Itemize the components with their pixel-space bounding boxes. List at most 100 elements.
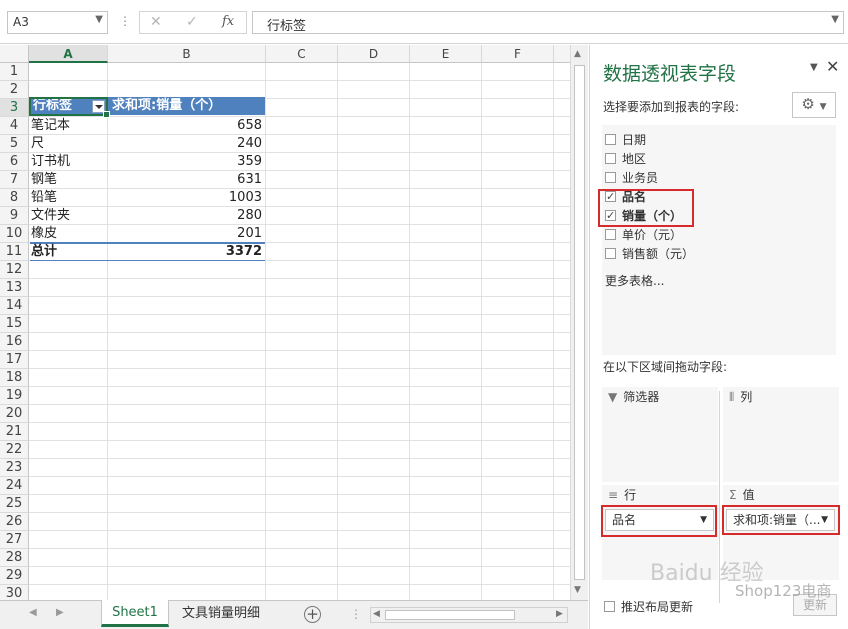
pivot-item-value[interactable]: 359	[109, 153, 264, 171]
vertical-scrollbar[interactable]: ▲ ▼	[570, 45, 588, 600]
row-header[interactable]: 3	[0, 99, 29, 117]
row-header[interactable]: 6	[0, 153, 29, 171]
column-header-g[interactable]	[554, 45, 570, 63]
scroll-up-icon[interactable]: ▲	[574, 49, 581, 59]
column-header-c[interactable]: C	[266, 45, 338, 63]
horizontal-scroll-thumb[interactable]	[385, 610, 515, 620]
columns-area[interactable]: ⦀ 列	[723, 387, 839, 482]
formula-input[interactable]: 行标签 ▼	[252, 11, 844, 34]
pivot-item-value[interactable]: 631	[109, 171, 264, 189]
column-header-e[interactable]: E	[410, 45, 482, 63]
pivot-item-label[interactable]: 笔记本	[31, 117, 107, 135]
filters-area[interactable]: ▼ 筛选器	[602, 387, 718, 482]
checkbox[interactable]	[605, 134, 616, 145]
row-header[interactable]: 10	[0, 225, 29, 243]
horizontal-scrollbar[interactable]: ◀ ▶	[370, 607, 568, 623]
row-header[interactable]: 18	[0, 369, 29, 387]
field-item-unit-price[interactable]: 单价（元）	[605, 226, 682, 244]
field-item-salesperson[interactable]: 业务员	[605, 169, 658, 187]
column-header-a[interactable]: A	[29, 45, 108, 63]
prev-sheet-icon[interactable]: ◀	[29, 607, 37, 618]
row-header[interactable]: 25	[0, 495, 29, 513]
pivot-total-label[interactable]: 总计	[31, 243, 107, 261]
pivot-item-label[interactable]: 文件夹	[31, 207, 107, 225]
row-header[interactable]: 29	[0, 567, 29, 585]
close-icon[interactable]: ✕	[826, 57, 839, 76]
pivot-item-label[interactable]: 订书机	[31, 153, 107, 171]
active-cell-selection[interactable]	[29, 97, 110, 118]
row-header[interactable]: 26	[0, 513, 29, 531]
row-header[interactable]: 5	[0, 135, 29, 153]
field-item-region[interactable]: 地区	[605, 150, 646, 168]
defer-layout-update[interactable]: 推迟布局更新	[604, 598, 693, 615]
gridline-row	[29, 368, 570, 369]
checkbox[interactable]	[605, 229, 616, 240]
pivot-item-label[interactable]: 橡皮	[31, 225, 107, 243]
row-header[interactable]: 24	[0, 477, 29, 495]
worksheet-grid[interactable]: A B C D E F 1 2 3 4 5 6 7 8 9 10 11 12 13 14 15 16 17 18 1…	[0, 45, 570, 600]
scroll-down-icon[interactable]: ▼	[574, 585, 581, 595]
column-header-f[interactable]: F	[482, 45, 554, 63]
pivot-item-value[interactable]: 1003	[109, 189, 264, 207]
column-header-d[interactable]: D	[338, 45, 410, 63]
row-header[interactable]: 22	[0, 441, 29, 459]
row-header[interactable]: 8	[0, 189, 29, 207]
pivot-total-value[interactable]: 3372	[109, 243, 264, 261]
pane-options-chevron-icon[interactable]: ▼	[810, 62, 818, 73]
select-all-corner[interactable]	[0, 45, 29, 63]
row-header[interactable]: 28	[0, 549, 29, 567]
row-header[interactable]: 30	[0, 585, 29, 600]
columns-icon: ⦀	[729, 390, 735, 404]
pivot-item-label[interactable]: 尺	[31, 135, 107, 153]
field-item-sales-amount[interactable]: 销售额（元）	[605, 245, 694, 263]
tools-button[interactable]: ⚙ ▼	[792, 92, 836, 118]
row-header[interactable]: 2	[0, 81, 29, 99]
row-header[interactable]: 12	[0, 261, 29, 279]
row-header[interactable]: 9	[0, 207, 29, 225]
field-item-date[interactable]: 日期	[605, 131, 646, 149]
pivot-item-value[interactable]: 240	[109, 135, 264, 153]
row-header[interactable]: 19	[0, 387, 29, 405]
pivot-values-header[interactable]: 求和项:销量（个）	[109, 97, 264, 115]
pivot-item-label[interactable]: 钢笔	[31, 171, 107, 189]
pivot-item-value[interactable]: 201	[109, 225, 264, 243]
scroll-left-icon[interactable]: ◀	[373, 609, 380, 619]
rows-area-title: 行	[624, 488, 637, 502]
row-header[interactable]: 16	[0, 333, 29, 351]
insert-function-icon[interactable]: fx	[222, 14, 234, 29]
scroll-right-icon[interactable]: ▶	[556, 609, 563, 619]
cancel-icon[interactable]: ✕	[150, 14, 162, 30]
enter-icon[interactable]: ✓	[186, 14, 198, 30]
checkbox[interactable]	[605, 153, 616, 164]
add-sheet-icon[interactable]: +	[304, 606, 321, 623]
row-header[interactable]: 23	[0, 459, 29, 477]
more-options-icon[interactable]: ⋮	[119, 14, 131, 28]
sheet-tab-sheet1[interactable]: Sheet1	[101, 600, 169, 627]
more-tables-link[interactable]: 更多表格...	[605, 272, 664, 289]
sheet-tab-detail[interactable]: 文具销量明细	[173, 603, 269, 625]
name-box[interactable]: A3 ▼	[7, 11, 108, 34]
vertical-scroll-thumb[interactable]	[574, 65, 585, 580]
row-header[interactable]: 7	[0, 171, 29, 189]
row-header[interactable]: 17	[0, 351, 29, 369]
row-header[interactable]: 4	[0, 117, 29, 135]
pivot-item-value[interactable]: 658	[109, 117, 264, 135]
expand-formula-icon[interactable]: ▼	[831, 14, 839, 25]
row-header[interactable]: 15	[0, 315, 29, 333]
row-header[interactable]: 20	[0, 405, 29, 423]
checkbox[interactable]	[604, 601, 615, 612]
row-header[interactable]: 14	[0, 297, 29, 315]
row-header[interactable]: 13	[0, 279, 29, 297]
next-sheet-icon[interactable]: ▶	[56, 607, 64, 618]
row-header[interactable]: 1	[0, 63, 29, 81]
row-header[interactable]: 27	[0, 531, 29, 549]
chevron-down-icon[interactable]: ▼	[95, 14, 103, 25]
row-header[interactable]: 21	[0, 423, 29, 441]
row-header[interactable]: 11	[0, 243, 29, 261]
column-header-b[interactable]: B	[108, 45, 266, 63]
checkbox[interactable]	[605, 248, 616, 259]
pivot-item-label[interactable]: 铅笔	[31, 189, 107, 207]
tab-split-handle-icon[interactable]: ⋮	[350, 607, 362, 621]
pivot-item-value[interactable]: 280	[109, 207, 264, 225]
checkbox[interactable]	[605, 172, 616, 183]
